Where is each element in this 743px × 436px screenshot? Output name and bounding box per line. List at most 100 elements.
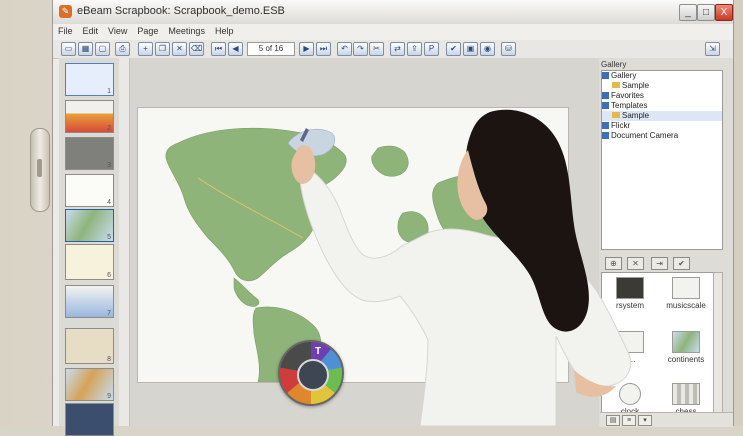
gallery-thumb <box>616 331 644 353</box>
import-icon[interactable]: ⇥ <box>651 257 668 270</box>
tree-item-favorites[interactable]: Favorites <box>602 91 722 101</box>
radial-tool-menu[interactable]: T <box>278 340 344 406</box>
thumbnail[interactable]: 9 <box>65 368 114 401</box>
collapse-icon[interactable]: ▾ <box>638 415 652 426</box>
next-page-icon[interactable]: ▶ <box>299 42 314 56</box>
tree-item-label: Sample <box>622 111 650 120</box>
radial-menu-hub[interactable] <box>297 359 329 391</box>
canvas-area: T <box>130 58 599 426</box>
menu-edit[interactable]: Edit <box>78 24 104 36</box>
tree-item-gallery[interactable]: Gallery <box>602 71 722 81</box>
tree-item-label: Gallery <box>611 71 637 80</box>
thumbnail-scrollbar[interactable] <box>119 58 130 426</box>
thumbnail-number: 2 <box>107 125 111 132</box>
cut-icon[interactable]: ✂ <box>369 42 384 56</box>
tree-item-document-camera[interactable]: Document Camera <box>602 131 722 141</box>
thumbnail[interactable]: 5 <box>65 209 114 242</box>
panel-icon[interactable]: ▢ <box>95 42 110 56</box>
thumbnail[interactable]: 7 <box>65 285 114 318</box>
export-item-icon[interactable]: ✔ <box>673 257 690 270</box>
grid-icon[interactable]: ▦ <box>78 42 93 56</box>
menu-help[interactable]: Help <box>210 24 239 36</box>
view-mode-icon[interactable]: ▤ <box>606 415 620 426</box>
tree-item-templates[interactable]: Templates <box>602 101 722 111</box>
thumbnail[interactable]: 2 <box>65 100 114 133</box>
thumbnail[interactable] <box>65 403 114 436</box>
gallery-scrollbar[interactable] <box>713 272 723 422</box>
thumbnail[interactable]: 1 <box>65 63 114 96</box>
window-title: eBeam Scrapbook: Scrapbook_demo.ESB <box>77 5 285 17</box>
share-icon[interactable]: ⇄ <box>390 42 405 56</box>
add-folder-icon[interactable]: ⊕ <box>605 257 622 270</box>
pen-slot <box>37 159 42 177</box>
thumbnail[interactable]: 4 <box>65 174 114 207</box>
undo-icon[interactable]: ↶ <box>337 42 352 56</box>
clock-icon <box>619 383 641 405</box>
checkbox-icon[interactable] <box>602 102 609 109</box>
page-indicator[interactable]: 5 of 16 <box>247 42 295 56</box>
tree-item-templates-sample[interactable]: Sample <box>602 111 722 121</box>
toolbar: ▭ ▦ ▢ ⎙ + ❐ ✕ ⌫ ⏮ ◀ 5 of 16 ▶ ⏭ ↶ ↷ ✂ ⇄ … <box>53 40 733 59</box>
gallery-item[interactable]: rsystem <box>604 277 656 310</box>
expand-icon[interactable]: ⇲ <box>705 42 720 56</box>
gallery-item[interactable]: c... <box>604 331 656 364</box>
thumbnail-number: 1 <box>107 88 111 95</box>
thumbnail-number: 9 <box>107 393 111 400</box>
menu-page[interactable]: Page <box>132 24 163 36</box>
tree-item-label: Flickr <box>611 121 631 130</box>
screen-icon[interactable]: ▣ <box>463 42 478 56</box>
text-tool-icon[interactable]: T <box>315 346 321 357</box>
checkbox-icon[interactable] <box>602 92 609 99</box>
folder-icon <box>612 82 620 88</box>
prev-page-icon[interactable]: ◀ <box>228 42 243 56</box>
tree-item-label: Document Camera <box>611 131 679 140</box>
menu-file[interactable]: File <box>53 24 78 36</box>
gallery-item-label: rsystem <box>616 301 644 310</box>
last-page-icon[interactable]: ⏭ <box>316 42 331 56</box>
thumbnail-number: 6 <box>107 272 111 279</box>
close-button[interactable]: X <box>715 4 733 21</box>
redo-icon[interactable]: ↷ <box>353 42 368 56</box>
thumbnail[interactable]: 3 <box>65 137 114 170</box>
maximize-button[interactable]: □ <box>697 4 715 21</box>
checkbox-icon[interactable] <box>602 132 609 139</box>
tree-item-label: Sample <box>622 81 650 90</box>
check-icon[interactable]: ✔ <box>446 42 461 56</box>
thumbnail-number: 8 <box>107 356 111 363</box>
thumbnail[interactable]: 6 <box>65 244 114 280</box>
clear-icon[interactable]: ⌫ <box>189 42 204 56</box>
menu-meetings[interactable]: Meetings <box>163 24 210 36</box>
checkbox-icon[interactable] <box>602 122 609 129</box>
print-icon[interactable]: ⎙ <box>115 42 130 56</box>
gallery-item[interactable]: musicscale <box>660 277 712 310</box>
menu-bar: File Edit View Page Meetings Help <box>53 24 733 40</box>
tree-item-sample[interactable]: Sample <box>602 81 722 91</box>
bag-icon[interactable]: ⛁ <box>501 42 516 56</box>
pdf-icon[interactable]: P <box>424 42 439 56</box>
gallery-item-label: c... <box>624 355 636 364</box>
tree-item-flickr[interactable]: Flickr <box>602 121 722 131</box>
gallery-toolbar: ⊕ ✕ ⇥ ✔ <box>601 256 721 270</box>
view-icon[interactable]: ▭ <box>61 42 76 56</box>
export-icon[interactable]: ⇪ <box>407 42 422 56</box>
scrapbook-icon: ✎ <box>59 5 72 18</box>
folder-icon <box>612 112 620 118</box>
whiteboard-page[interactable] <box>137 107 569 383</box>
gallery-thumb <box>616 277 644 299</box>
thumbnail[interactable]: 8 <box>65 328 114 364</box>
tree-item-label: Templates <box>611 101 648 110</box>
checkbox-icon[interactable] <box>602 72 609 79</box>
gallery-tree: Gallery Sample Favorites Templates Sampl… <box>601 70 723 250</box>
menu-view[interactable]: View <box>103 24 132 36</box>
gallery-item-label: continents <box>667 355 705 364</box>
whiteboard-pen-holder <box>30 128 50 212</box>
gallery-item[interactable]: continents <box>660 331 712 364</box>
delete-icon[interactable]: ✕ <box>172 42 187 56</box>
new-page-icon[interactable]: + <box>138 42 153 56</box>
delete-item-icon[interactable]: ✕ <box>627 257 644 270</box>
list-mode-icon[interactable]: ≡ <box>622 415 636 426</box>
copy-icon[interactable]: ❐ <box>155 42 170 56</box>
camera-icon[interactable]: ◉ <box>480 42 495 56</box>
minimize-button[interactable]: _ <box>679 4 697 21</box>
first-page-icon[interactable]: ⏮ <box>211 42 226 56</box>
